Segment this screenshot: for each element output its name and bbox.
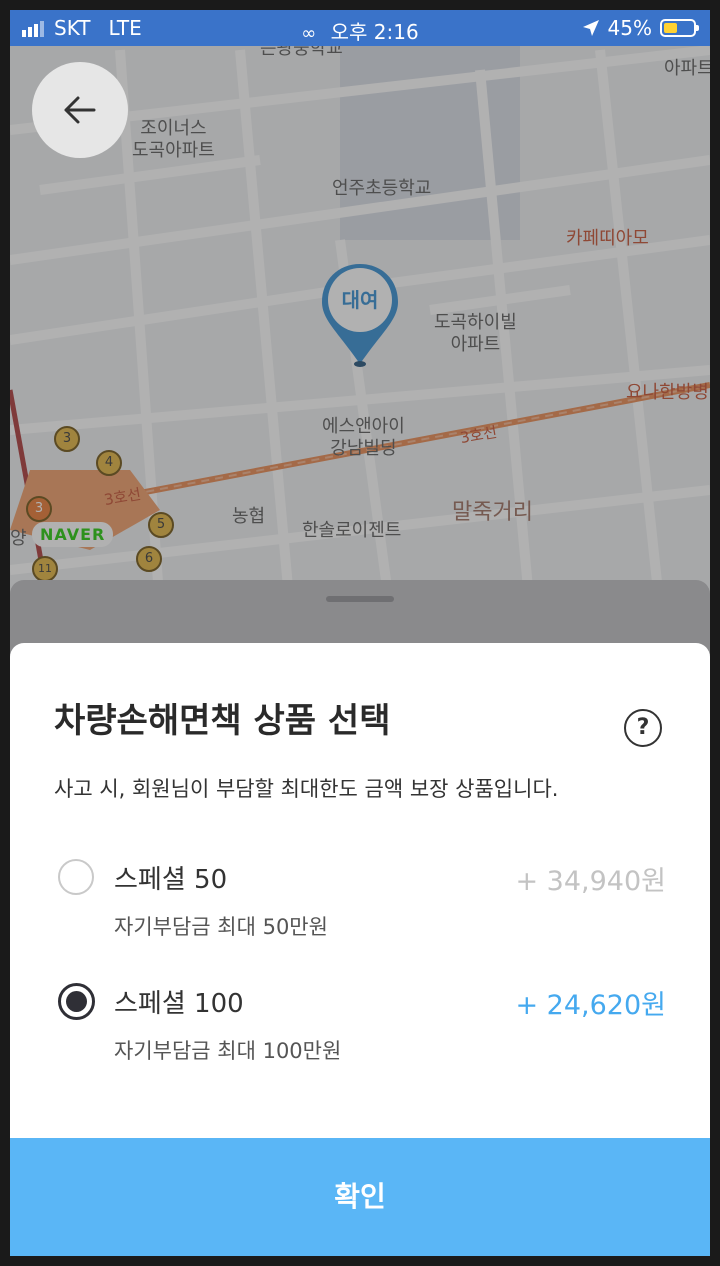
- confirm-button[interactable]: 확인: [10, 1138, 710, 1256]
- modal-title: 차량손해면책 상품 선택: [54, 701, 391, 741]
- back-button[interactable]: [32, 62, 128, 158]
- modal-subtitle: 사고 시, 회원님이 부담할 최대한도 금액 보장 상품입니다.: [54, 777, 559, 801]
- insurance-modal: 차량손해면책 상품 선택 ? 사고 시, 회원님이 부담할 최대한도 금액 보장…: [10, 643, 710, 1256]
- option-special-100[interactable]: 스페셜 100 + 24,620원 자기부담금 최대 100만원: [54, 983, 666, 1083]
- option-price: + 24,620원: [515, 990, 666, 1021]
- option-description: 자기부담금 최대 50만원: [114, 915, 328, 939]
- battery-percent: 45%: [607, 16, 652, 40]
- option-special-50[interactable]: 스페셜 50 + 34,940원 자기부담금 최대 50만원: [54, 859, 666, 959]
- option-price: + 34,940원: [515, 866, 666, 897]
- option-name: 스페셜 100: [114, 989, 244, 1019]
- radio-button[interactable]: [58, 859, 94, 895]
- location-arrow-icon: [582, 20, 599, 36]
- battery-icon: [660, 19, 699, 37]
- option-name: 스페셜 50: [114, 865, 228, 895]
- link-icon: ∞: [301, 23, 317, 44]
- battery-fill: [664, 23, 677, 33]
- status-right: 45%: [582, 16, 699, 40]
- arrow-left-icon: [64, 96, 96, 124]
- option-description: 자기부담금 최대 100만원: [114, 1039, 342, 1063]
- help-icon[interactable]: ?: [624, 709, 662, 747]
- radio-button-selected[interactable]: [58, 983, 95, 1020]
- status-time: 오후 2:16: [330, 20, 419, 44]
- status-bar: SKT LTE ∞ 오후 2:16 45%: [10, 10, 710, 46]
- sheet-handle[interactable]: [326, 596, 394, 602]
- phone-screen: SKT LTE ∞ 오후 2:16 45% 은광중학교 아파트 조이너스 도곡아…: [10, 10, 710, 1256]
